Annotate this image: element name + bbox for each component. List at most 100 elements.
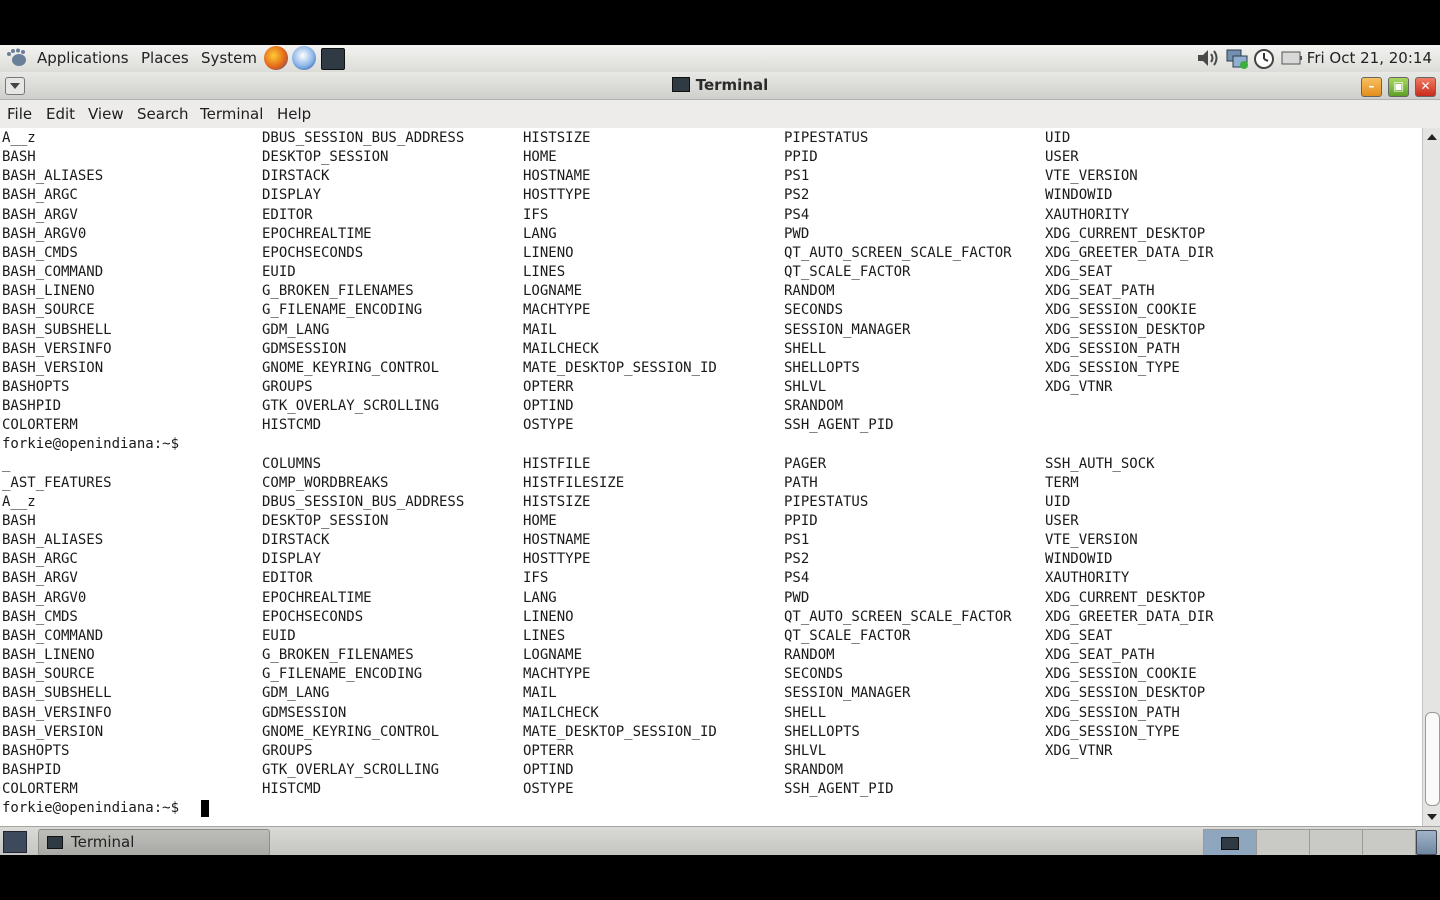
menu-file[interactable]: File [7,105,32,123]
terminal-cell: PAGER [784,455,827,472]
terminal-cell: XDG_SESSION_TYPE [1045,359,1180,376]
terminal-cell: BASH_CMDS [2,244,78,261]
terminal-cell: GDMSESSION [262,704,347,721]
show-desktop-icon[interactable] [3,831,27,853]
terminal-cell: XDG_SESSION_COOKIE [1045,666,1197,683]
scroll-down-arrow-icon[interactable] [1427,814,1437,820]
window-titlebar[interactable]: Terminal – ▣ ✕ [0,72,1440,100]
maximize-button[interactable]: ▣ [1388,77,1409,97]
terminal-cell: G_BROKEN_FILENAMES [262,283,414,300]
terminal-cell: WINDOWID [1045,187,1113,204]
terminal-line: BASH_ARGV0 EPOCHREALTIME LANG PWD XDG_CURREN… [2,225,1422,244]
terminal-cell: COLUMNS [262,455,322,472]
taskbar-terminal-button[interactable]: Terminal [38,829,270,856]
terminal-cell: HISTCMD [262,781,322,798]
terminal-cell: BASH [2,149,36,166]
terminal-cell: XAUTHORITY [1045,570,1130,587]
terminal-cell: PPID [784,513,818,529]
terminal-cell: PS1 [784,532,810,549]
terminal-icon [1221,837,1239,850]
letterbox-top [0,0,1440,45]
terminal-output[interactable]: A__z DBUS_SESSION_BUS_ADDRESS HISTSIZE PIPE… [0,128,1422,826]
minimize-button[interactable]: – [1361,77,1382,97]
terminal-cell: GROUPS [262,378,313,395]
thunderbird-icon[interactable] [292,46,316,70]
menu-system[interactable]: System [201,49,257,67]
terminal-cell: XDG_CURRENT_DESKTOP [1045,225,1206,242]
terminal-cell: SHLVL [784,742,827,759]
terminal-cell: PS4 [784,206,810,223]
top-panel: Applications Places System Fri Oct 21, 2… [0,45,1440,73]
terminal-cell: SSH_AUTH_SOCK [1045,455,1155,472]
menu-applications[interactable]: Applications [37,49,129,67]
terminal-cell: XDG_SEAT [1045,264,1113,281]
battery-icon[interactable] [1281,48,1303,68]
workspace-3[interactable] [1309,829,1363,856]
menu-places[interactable]: Places [141,49,189,67]
menu-search[interactable]: Search [137,105,189,123]
terminal-cell: QT_AUTO_SCREEN_SCALE_FACTOR [784,244,1012,261]
terminal-line: COLORTERM HISTCMD OSTYPE SSH_AGENT_PID [2,416,1422,435]
trash-icon[interactable] [1416,830,1437,855]
terminal-cell: OSTYPE [523,417,574,434]
terminal-cell: PWD [784,589,810,606]
terminal-cell: PIPESTATUS [784,493,869,510]
terminal-cell: MATE_DESKTOP_SESSION_ID [523,359,717,376]
terminal-cell: BASH_SUBSHELL [2,321,112,338]
terminal-line: COLORTERM HISTCMD OSTYPE SSH_AGENT_PID [2,780,1422,799]
terminal-cell: MATE_DESKTOP_SESSION_ID [523,723,717,740]
terminal-cell: BASH_SUBSHELL [2,685,112,702]
terminal-cell: HISTCMD [262,417,322,434]
terminal-cursor [201,800,209,818]
terminal-cell: BASH_COMMAND [2,627,104,644]
terminal-line: BASHPID GTK_OVERLAY_SCROLLING OPTIND SRANDO… [2,761,1422,780]
terminal-line: BASH_COMMAND EUID LINES QT_SCALE_FACTOR XDG_… [2,627,1422,646]
terminal-line: _ COLUMNS HISTFILE PAGER SSH_AUTH_SOCK [2,455,1422,474]
menu-edit[interactable]: Edit [46,105,75,123]
terminal-line: BASH_VERSION GNOME_KEYRING_CONTROL MATE_DE… [2,723,1422,742]
terminal-cell: BASH_VERSINFO [2,704,112,721]
terminal-cell: BASHOPTS [2,742,70,759]
terminal-cell: MAIL [523,321,557,338]
terminal-cell: HISTSIZE [523,130,591,146]
terminal-cell: HOME [523,513,557,529]
scroll-up-arrow-icon[interactable] [1427,134,1437,140]
clock-icon[interactable] [1253,48,1275,70]
terminal-cell: BASH_COMMAND [2,264,104,281]
terminal-cell: EPOCHREALTIME [262,225,372,242]
terminal-cell: XDG_SESSION_COOKIE [1045,302,1197,319]
workspace-1[interactable] [1203,829,1257,856]
menu-help[interactable]: Help [277,105,311,123]
terminal-line: BASH_ARGV0 EPOCHREALTIME LANG PWD XDG_CURREN… [2,589,1422,608]
terminal-cell: DBUS_SESSION_BUS_ADDRESS [262,493,465,510]
terminal-cell: GTK_OVERLAY_SCROLLING [262,761,440,778]
terminal-line: _AST_FEATURES COMP_WORDBREAKS HISTFILESIZE… [2,474,1422,493]
workspace-2[interactable] [1256,829,1310,856]
foot-icon[interactable] [5,48,29,68]
terminal-cell: DIRSTACK [262,532,330,549]
terminal-cell: GROUPS [262,742,313,759]
panel-clock[interactable]: Fri Oct 21, 20:14 [1307,49,1432,67]
menu-terminal[interactable]: Terminal [200,105,263,123]
terminal-cell: DESKTOP_SESSION [262,149,389,166]
terminal-launcher-icon[interactable] [321,48,345,70]
volume-icon[interactable] [1196,48,1220,68]
terminal-cell: USER [1045,149,1079,166]
network-icon[interactable] [1225,48,1251,70]
close-button[interactable]: ✕ [1415,77,1436,97]
terminal-cell: EDITOR [262,206,313,223]
terminal-cell: MAILCHECK [523,704,599,721]
terminal-cell: BASH_VERSINFO [2,340,112,357]
scrollbar[interactable] [1422,128,1440,826]
terminal-cell: forkie@openindiana:~$ [2,800,180,817]
menu-view[interactable]: View [88,105,124,123]
terminal-line: BASH_ALIASES DIRSTACK HOSTNAME PS1 VTE_VERSI… [2,531,1422,550]
terminal-cell: G_FILENAME_ENCODING [262,666,423,683]
terminal-cell: PIPESTATUS [784,130,869,146]
scroll-thumb[interactable] [1425,712,1440,806]
firefox-icon[interactable] [264,46,288,70]
terminal-cell: XDG_GREETER_DATA_DIR [1045,608,1214,625]
terminal-cell: XDG_CURRENT_DESKTOP [1045,589,1206,606]
letterbox-bottom [0,855,1440,900]
workspace-4[interactable] [1362,829,1416,856]
